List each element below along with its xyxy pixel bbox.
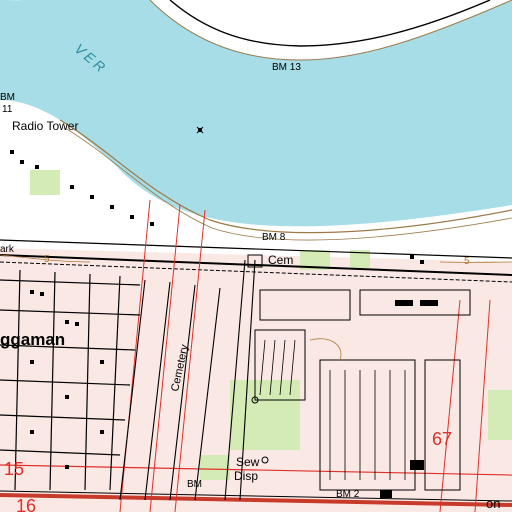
radio-tower-label: Radio Tower [12, 119, 78, 133]
bm2-label: BM 2 [336, 489, 360, 500]
topo-map: VER BM 13 BM 11 Radio Tower ark BM 8 Cem… [0, 0, 512, 512]
map-canvas: VER BM 13 BM 11 Radio Tower ark BM 8 Cem… [0, 0, 512, 512]
park-vegetation [230, 380, 300, 450]
bm8-label: BM 8 [262, 232, 286, 243]
sew-label: Sew [236, 455, 260, 469]
bm-bottom-label: BM [187, 479, 202, 490]
eleven-label: 11 [2, 104, 13, 115]
disp-label: Disp [234, 469, 258, 483]
on-label: on [486, 496, 500, 511]
bm13-label: BM 13 [272, 62, 301, 73]
bm-topleft-label: BM [0, 92, 15, 103]
contour-5-left-label: 5 [44, 254, 50, 265]
section-16-label: 16 [16, 496, 36, 512]
park-label: ark [0, 244, 15, 255]
section-67-label: 67 [432, 429, 452, 449]
cem-label: Cem [268, 253, 293, 267]
section-15-label: 15 [4, 459, 24, 479]
veg-patch-5 [488, 390, 512, 440]
contour-5-right-label: 5 [464, 256, 470, 267]
veg-patch-4 [200, 455, 230, 480]
town-label: ggaman [0, 330, 65, 349]
veg-patch-3 [30, 170, 60, 195]
